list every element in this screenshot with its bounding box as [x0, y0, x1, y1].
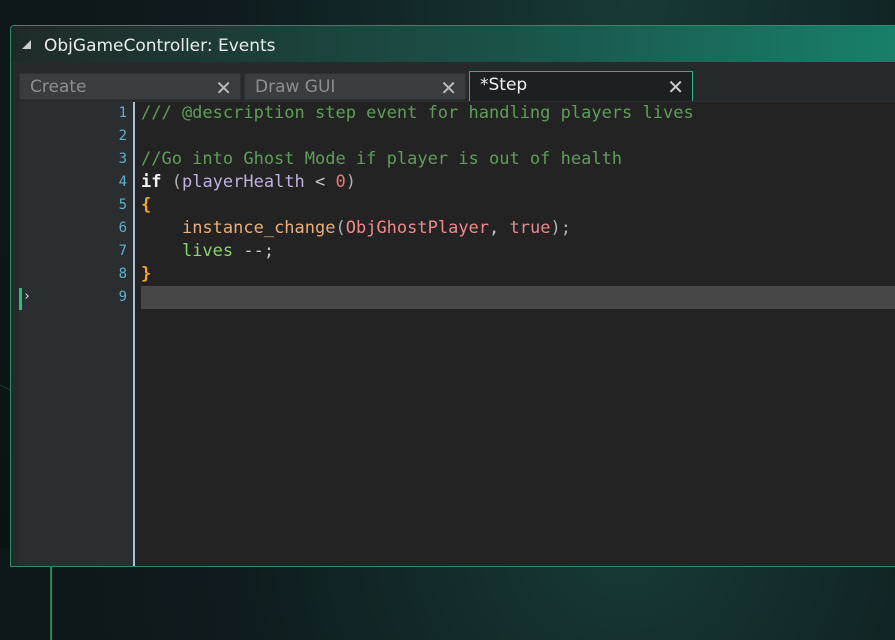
window-title: ObjGameController: Events: [44, 36, 276, 56]
events-window: ObjGameController: Events Create ✕ Draw …: [10, 25, 895, 567]
code-line[interactable]: if (playerHealth < 0): [141, 171, 895, 194]
window-grip-icon[interactable]: [22, 40, 31, 49]
tab-label: Draw GUI: [255, 77, 336, 97]
code-token: (: [335, 218, 346, 238]
code-token: --;: [233, 241, 275, 261]
current-line-marker: [19, 288, 22, 310]
code-line[interactable]: {: [141, 194, 895, 217]
line-number: 6: [118, 220, 127, 236]
line-number: 7: [118, 243, 127, 259]
close-icon[interactable]: ✕: [215, 76, 232, 100]
tab-label: Create: [30, 77, 87, 97]
code-line[interactable]: }: [141, 263, 895, 286]
line-number: 3: [118, 151, 127, 167]
code-token: instance_change: [181, 218, 336, 238]
code-token: lives: [181, 241, 234, 261]
code-area[interactable]: /// @description step event for handling…: [141, 102, 895, 566]
code-token: //Go into Ghost Mode if player is out of…: [141, 149, 623, 169]
code-token: true: [509, 218, 551, 238]
code-token: if: [141, 172, 162, 192]
code-editor[interactable]: › 1 2 3 4 5 6 7 8 9 /// @description step event …: [19, 102, 895, 566]
code-line[interactable]: /// @description step event for handling…: [141, 102, 895, 125]
code-token: 0: [335, 172, 346, 192]
tab-label: *Step: [480, 75, 528, 95]
code-token: {: [141, 195, 152, 215]
event-tabs: Create ✕ Draw GUI ✕ *Step ✕: [19, 71, 895, 102]
line-number: 9: [118, 289, 127, 305]
code-token: ObjGhostPlayer: [345, 218, 490, 238]
line-number: 1: [118, 105, 127, 121]
close-icon[interactable]: ✕: [667, 75, 684, 99]
code-token: ): [345, 172, 357, 192]
line-number: 4: [118, 174, 127, 190]
line-number: 5: [118, 197, 127, 213]
code-line[interactable]: [141, 125, 895, 148]
code-token: );: [550, 218, 571, 238]
code-line[interactable]: [141, 286, 895, 309]
code-line[interactable]: instance_change(ObjGhostPlayer, true);: [141, 217, 895, 240]
code-token: }: [141, 264, 152, 284]
code-token: /// @description step event for handling…: [141, 103, 694, 123]
code-token: ,: [489, 218, 510, 238]
code-line[interactable]: //Go into Ghost Mode if player is out of…: [141, 148, 895, 171]
window-titlebar[interactable]: ObjGameController: Events: [11, 26, 895, 62]
line-number: 2: [118, 128, 127, 144]
caret-arrow-icon: ›: [23, 289, 31, 304]
tab-draw-gui[interactable]: Draw GUI ✕: [244, 73, 466, 100]
code-token: playerHealth: [181, 172, 305, 192]
tab-create[interactable]: Create ✕: [19, 73, 241, 100]
close-icon[interactable]: ✕: [440, 76, 457, 100]
line-number: 8: [118, 266, 127, 282]
line-number-gutter: › 1 2 3 4 5 6 7 8 9: [19, 102, 135, 566]
code-token: (: [161, 172, 182, 192]
tab-step[interactable]: *Step ✕: [469, 71, 693, 101]
code-token: <: [304, 172, 336, 192]
code-line[interactable]: lives --;: [141, 240, 895, 263]
